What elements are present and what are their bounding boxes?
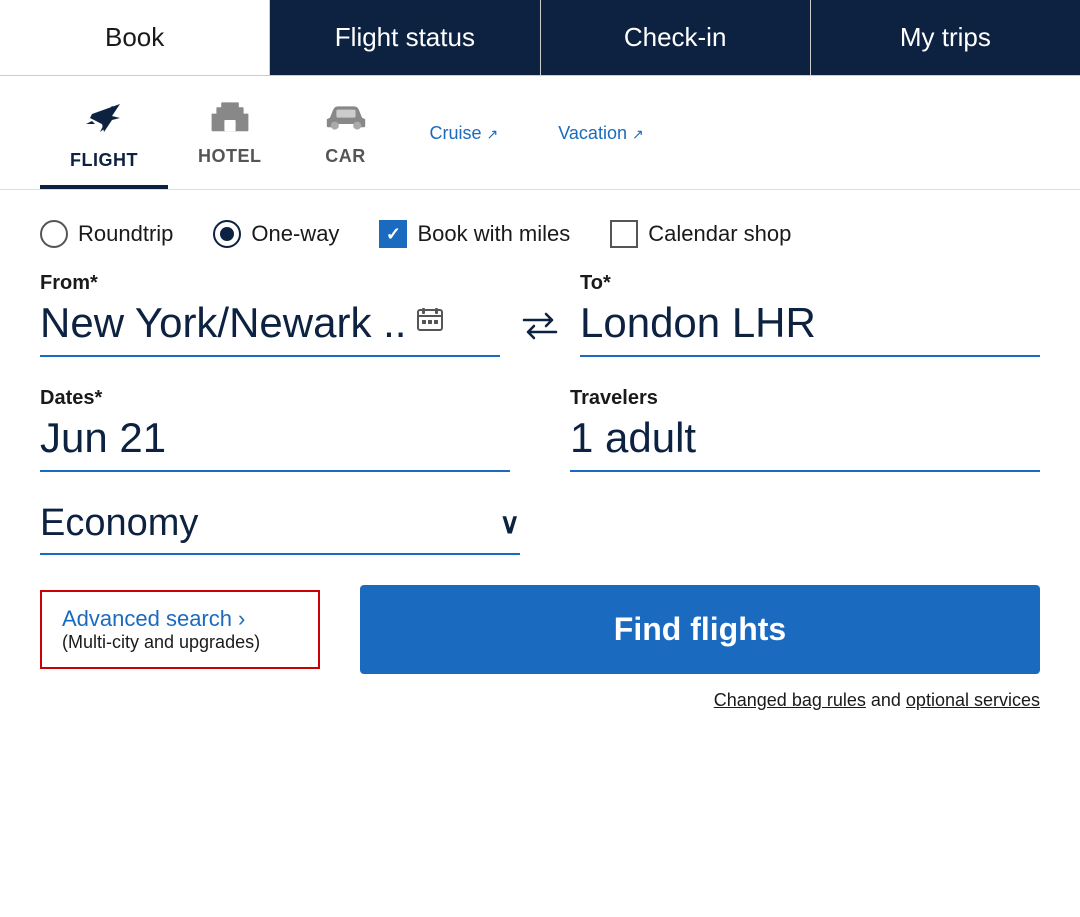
from-field-group: From* New York/Newark .. bbox=[40, 272, 500, 357]
roundtrip-option[interactable]: Roundtrip bbox=[40, 220, 173, 248]
one-way-option[interactable]: One-way bbox=[213, 220, 339, 248]
find-flights-button[interactable]: Find flights bbox=[360, 585, 1040, 674]
roundtrip-radio[interactable] bbox=[40, 220, 68, 248]
cabin-select[interactable]: Economy ∨ bbox=[40, 502, 520, 555]
plane-icon bbox=[84, 96, 124, 144]
calendar-shop-option[interactable]: Calendar shop bbox=[610, 220, 791, 248]
tab-cruise-label: Cruise ↗ bbox=[430, 123, 499, 144]
to-label: To* bbox=[580, 272, 1040, 295]
from-value: New York/Newark .. bbox=[40, 299, 406, 347]
top-nav: Book Flight status Check-in My trips bbox=[0, 0, 1080, 76]
cabin-row: Economy ∨ bbox=[40, 502, 1040, 555]
travelers-label: Travelers bbox=[570, 387, 1040, 410]
calendar-shop-label: Calendar shop bbox=[648, 221, 791, 247]
tab-car[interactable]: CAR bbox=[292, 90, 400, 185]
dates-input[interactable]: Jun 21 bbox=[40, 414, 510, 472]
tab-cruise[interactable]: Cruise ↗ bbox=[400, 113, 529, 162]
cabin-value: Economy bbox=[40, 502, 198, 545]
calendar-shop-checkbox[interactable] bbox=[610, 220, 638, 248]
tab-hotel-label: HOTEL bbox=[198, 146, 262, 167]
tab-flight-label: FLIGHT bbox=[70, 150, 138, 171]
swap-icon[interactable] bbox=[500, 312, 580, 347]
advanced-search-title: Advanced search › bbox=[62, 606, 298, 632]
trip-type-row: Roundtrip One-way Book with miles Calend… bbox=[40, 220, 1040, 248]
to-value: London LHR bbox=[580, 299, 816, 347]
from-input[interactable]: New York/Newark .. bbox=[40, 299, 500, 357]
airport-selector-icon bbox=[416, 306, 444, 341]
book-with-miles-label: Book with miles bbox=[417, 221, 570, 247]
nav-flight-status[interactable]: Flight status bbox=[270, 0, 540, 75]
travelers-input[interactable]: 1 adult bbox=[570, 414, 1040, 472]
from-to-row: From* New York/Newark .. bbox=[40, 272, 1040, 357]
spacer bbox=[510, 387, 570, 472]
from-label: From* bbox=[40, 272, 500, 295]
changed-bag-rules-link[interactable]: Changed bag rules bbox=[714, 690, 866, 710]
advanced-search-label: Advanced search bbox=[62, 606, 232, 632]
service-tabs: FLIGHT HOTEL CAR Cruise ↗ bbox=[0, 76, 1080, 190]
dates-field-group: Dates* Jun 21 bbox=[40, 387, 510, 472]
to-field-group: To* London LHR bbox=[580, 272, 1040, 357]
cabin-dropdown-icon: ∨ bbox=[500, 507, 521, 540]
nav-check-in[interactable]: Check-in bbox=[541, 0, 811, 75]
hotel-icon bbox=[210, 100, 250, 140]
roundtrip-label: Roundtrip bbox=[78, 221, 173, 247]
tab-vacation[interactable]: Vacation ↗ bbox=[528, 113, 673, 162]
advanced-search-subtitle: (Multi-city and upgrades) bbox=[62, 632, 298, 653]
book-with-miles-option[interactable]: Book with miles bbox=[379, 220, 570, 248]
nav-book[interactable]: Book bbox=[0, 0, 270, 75]
bag-rules-connector: and bbox=[866, 690, 906, 710]
book-with-miles-checkbox[interactable] bbox=[379, 220, 407, 248]
travelers-field-group: Travelers 1 adult bbox=[570, 387, 1040, 472]
car-icon bbox=[322, 100, 370, 140]
tab-flight[interactable]: FLIGHT bbox=[40, 86, 168, 189]
main-content: Roundtrip One-way Book with miles Calend… bbox=[0, 190, 1080, 741]
tab-hotel[interactable]: HOTEL bbox=[168, 90, 292, 185]
dates-travelers-row: Dates* Jun 21 Travelers 1 adult bbox=[40, 387, 1040, 472]
advanced-search-chevron: › bbox=[238, 606, 245, 632]
bottom-row: Advanced search › (Multi-city and upgrad… bbox=[40, 585, 1040, 674]
one-way-label: One-way bbox=[251, 221, 339, 247]
dates-label: Dates* bbox=[40, 387, 510, 410]
bag-rules: Changed bag rules and optional services bbox=[40, 690, 1040, 711]
optional-services-link[interactable]: optional services bbox=[906, 690, 1040, 710]
tab-vacation-label: Vacation ↗ bbox=[558, 123, 643, 144]
one-way-radio[interactable] bbox=[213, 220, 241, 248]
nav-my-trips[interactable]: My trips bbox=[811, 0, 1080, 75]
to-input[interactable]: London LHR bbox=[580, 299, 1040, 357]
advanced-search-button[interactable]: Advanced search › (Multi-city and upgrad… bbox=[40, 590, 320, 669]
tab-car-label: CAR bbox=[325, 146, 366, 167]
